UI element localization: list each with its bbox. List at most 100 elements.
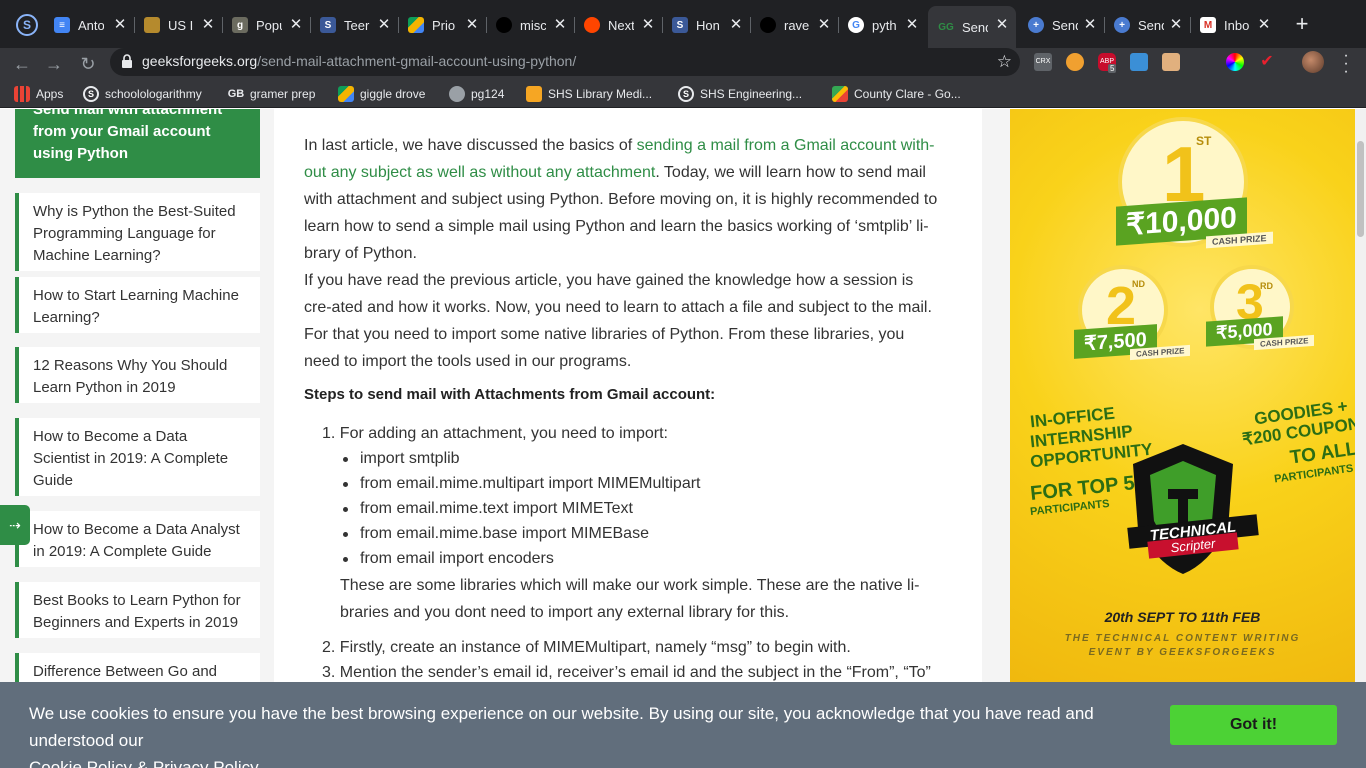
tab-anto[interactable]: ≡ Anto ✕ (44, 8, 135, 42)
bookmark-county-clare[interactable]: County Clare - Go... (832, 86, 961, 102)
ad-dates: 20th SEPT TO 11th FEB (1104, 609, 1261, 625)
import-item: import smtplib (343, 450, 460, 467)
close-icon[interactable]: ✕ (464, 17, 480, 33)
sword-icon[interactable]: ✔ (1258, 53, 1276, 71)
github-icon (496, 17, 512, 33)
bookmark-giggle-drove[interactable]: giggle drove (338, 86, 425, 102)
app-icon[interactable]: S (16, 14, 38, 36)
forward-arrow-icon[interactable]: → (42, 52, 66, 76)
close-icon[interactable]: ✕ (728, 17, 744, 33)
tab-title: Send (962, 19, 988, 35)
bookmark-label: County Clare - Go... (854, 87, 961, 101)
back-arrow-icon[interactable]: ← (10, 52, 34, 76)
sidebar-item[interactable]: Best Books to Learn Python for Beginners… (15, 582, 260, 638)
step-3: 3. Mention the sender’s email id, receiv… (322, 664, 931, 681)
sidebar-item[interactable]: How to Become a Data Analyst in 2019: A … (15, 511, 260, 567)
bookmark-pg124[interactable]: pg124 (449, 86, 504, 102)
tab-title: Next (608, 17, 634, 33)
scrollbar-thumb[interactable] (1357, 141, 1364, 237)
colorwheel-icon[interactable] (1226, 53, 1244, 71)
gmail-icon: M (1200, 17, 1216, 33)
tab-send-3[interactable]: + Send ✕ (1104, 8, 1191, 42)
first-suffix: ST (1196, 134, 1212, 148)
bookmark-schoolologarithmy[interactable]: S schoolologarithmy (83, 86, 202, 102)
new-tab-button[interactable]: + (1292, 13, 1312, 35)
tab-inbox[interactable]: M Inbo ✕ (1190, 8, 1278, 42)
sidebar-item[interactable]: How to Become a Data Scientist in 2019: … (15, 418, 260, 496)
close-icon[interactable]: ✕ (376, 17, 392, 33)
medical-icon: + (1028, 17, 1044, 33)
g-icon: g (232, 17, 248, 33)
drive-icon (408, 17, 424, 33)
bookmark-shs-library[interactable]: SHS Library Medi... (526, 86, 652, 102)
intro-paragraph: In last article, we have discussed the b… (304, 132, 944, 267)
sidebar-current-article[interactable]: Send mail with attachment from your Gmai… (15, 109, 260, 178)
globe-icon (449, 86, 465, 102)
step-2: 2. Firstly, create an instance of MIMEMu… (322, 639, 851, 656)
close-icon[interactable]: ✕ (1082, 17, 1098, 33)
bookmark-label: gramer prep (250, 87, 316, 101)
check-icon[interactable] (1130, 53, 1148, 71)
address-bar[interactable]: geeksforgeeks.org/send-mail-attachment-g… (110, 48, 1020, 76)
page-scrollbar[interactable] (1355, 109, 1366, 768)
crx-icon[interactable]: CRX (1034, 53, 1052, 71)
bookmark-apps[interactable]: Apps (14, 86, 63, 102)
close-icon[interactable]: ✕ (640, 17, 656, 33)
reddit-icon (584, 17, 600, 33)
tab-teer[interactable]: S Teer ✕ (310, 8, 399, 42)
sidebar-item[interactable]: 12 Reasons Why You Should Learn Python i… (15, 347, 260, 403)
box-icon[interactable] (1162, 53, 1180, 71)
close-icon[interactable]: ✕ (552, 17, 568, 33)
medical-icon: + (1114, 17, 1130, 33)
intro-text: In last article, we have discussed the b… (304, 137, 637, 154)
bookmarks-bar: Apps S schoolologarithmy GB gramer prep … (0, 80, 1366, 108)
close-icon[interactable]: ✕ (112, 17, 128, 33)
close-icon[interactable]: ✕ (1168, 17, 1184, 33)
ad-tagline-2: EVENT BY GEEKSFORGEEKS (1088, 647, 1277, 658)
bookmark-shs-engineering[interactable]: S SHS Engineering... (678, 86, 802, 102)
owl-icon[interactable] (1066, 53, 1084, 71)
reload-icon[interactable]: ↻ (76, 52, 100, 76)
close-icon[interactable]: ✕ (200, 17, 216, 33)
tab-title: Prio (432, 17, 456, 33)
tab-hon[interactable]: S Hon ✕ (662, 8, 751, 42)
cookie-banner: We use cookies to ensure you have the be… (0, 682, 1366, 768)
sidebar-item[interactable]: Why is Python the Best-Suited Programmin… (15, 193, 260, 271)
tab-popu[interactable]: g Popu ✕ (222, 8, 311, 42)
tab-us[interactable]: US I ✕ (134, 8, 223, 42)
cookie-policy-link[interactable]: Cookie Policy (29, 758, 132, 768)
import-item: from email.mime.text import MIMEText (343, 500, 633, 517)
bookmark-gramer-prep[interactable]: GB gramer prep (228, 86, 316, 102)
tab-prio[interactable]: Prio ✕ (398, 8, 487, 42)
avatar[interactable] (1302, 51, 1324, 73)
privacy-policy-link[interactable]: Privacy Policy (153, 758, 259, 768)
tab-send-active[interactable]: GG Send ✕ (928, 6, 1016, 48)
google-icon: G (848, 17, 864, 33)
menu-dots-icon[interactable]: · · · (1338, 48, 1354, 80)
bookmark-label: Apps (36, 87, 64, 101)
abp-badge: 5 (1108, 64, 1117, 73)
tab-rave[interactable]: rave ✕ (750, 8, 839, 42)
arrow-right-icon[interactable]: ⇢ (0, 505, 30, 545)
bookmark-star-icon[interactable]: ☆ (997, 52, 1012, 72)
github-icon (760, 17, 776, 33)
close-icon[interactable]: ✕ (904, 17, 920, 33)
libraries-note: These are some libraries which will make… (340, 577, 920, 621)
close-icon[interactable]: ✕ (816, 17, 832, 33)
cookie-message: We use cookies to ensure you have the be… (29, 700, 1159, 768)
tab-next[interactable]: Next ✕ (574, 8, 663, 42)
gfg-icon: GG (938, 21, 954, 33)
technical-scripter-ad[interactable]: 1 ST ₹10,000 CASH PRIZE 2 ND ₹7,500 CASH… (1010, 109, 1355, 682)
close-icon[interactable]: ✕ (288, 17, 304, 33)
got-it-button[interactable]: Got it! (1170, 705, 1337, 745)
bookmark-label: pg124 (471, 87, 505, 101)
second-paragraph: If you have read the previous article, y… (304, 272, 932, 370)
s-icon: S (83, 86, 99, 102)
tab-pyth[interactable]: G pyth ✕ (838, 8, 926, 42)
close-icon[interactable]: ✕ (994, 17, 1010, 33)
tab-send-2[interactable]: + Send ✕ (1018, 8, 1105, 42)
folder-icon (144, 17, 160, 33)
sidebar-item[interactable]: How to Start Learning Machine Learning? (15, 277, 260, 333)
close-icon[interactable]: ✕ (1256, 17, 1272, 33)
tab-misc[interactable]: misc ✕ (486, 8, 575, 42)
